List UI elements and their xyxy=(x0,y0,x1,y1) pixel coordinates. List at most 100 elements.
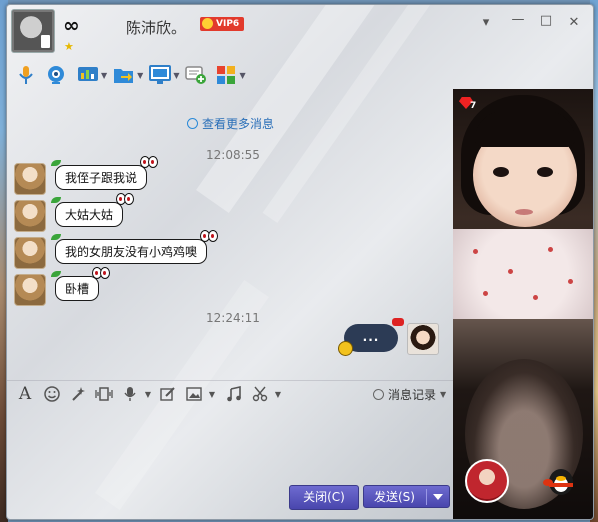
screenshot-button[interactable] xyxy=(251,385,269,403)
edit-icon xyxy=(160,387,175,401)
send-button[interactable]: 发送(S) xyxy=(363,485,450,508)
minimize-button[interactable]: — xyxy=(511,12,525,27)
bow-decoration xyxy=(392,318,404,326)
self-video-avatar[interactable] xyxy=(465,459,509,503)
video-person-bangs xyxy=(475,111,575,147)
view-more-label: 查看更多消息 xyxy=(202,117,275,131)
shake-button[interactable] xyxy=(95,385,113,403)
voice-call-button[interactable] xyxy=(15,63,37,87)
chevron-down-icon[interactable]: ▼ xyxy=(101,71,107,80)
my-avatar[interactable] xyxy=(407,323,439,355)
chevron-down-icon[interactable]: ▼ xyxy=(269,385,287,403)
leaf-decoration xyxy=(51,197,61,203)
coin-decoration xyxy=(338,341,353,356)
send-separator xyxy=(426,489,427,505)
message-bubble[interactable]: 我侄子跟我说 xyxy=(51,156,159,190)
star-icon[interactable]: ★ xyxy=(64,40,74,53)
video-person-shirt xyxy=(453,229,593,319)
font-button[interactable]: A xyxy=(16,384,34,404)
add-group-chat-button[interactable] xyxy=(185,63,207,87)
app-grid-icon xyxy=(215,64,237,86)
emoji-button[interactable] xyxy=(43,385,61,403)
magic-wand-icon xyxy=(72,387,85,401)
magic-emoji-button[interactable] xyxy=(69,385,87,403)
timestamp: 12:24:11 xyxy=(206,311,260,325)
file-transfer-icon xyxy=(113,64,135,86)
input-toolbar: A ▼ ▼ ▼ 消息记录 ▼ xyxy=(7,380,453,407)
message-text: 我侄子跟我说 xyxy=(65,171,138,185)
smiley-icon xyxy=(44,386,60,402)
image-button[interactable] xyxy=(185,385,203,403)
message-text: 我的女朋友没有小鸡鸡噢 xyxy=(65,245,198,259)
contact-avatar[interactable] xyxy=(11,9,55,53)
window-menu-button[interactable]: ▾ xyxy=(479,15,493,30)
video-person-mouth xyxy=(515,209,533,215)
chevron-down-icon[interactable]: ▼ xyxy=(173,71,179,80)
voice-message-button[interactable] xyxy=(121,385,139,403)
close-button[interactable]: 关闭(C) xyxy=(289,485,359,510)
shake-icon xyxy=(95,387,113,401)
video-call-button[interactable] xyxy=(45,63,67,87)
mobile-online-icon xyxy=(40,34,51,49)
image-icon xyxy=(186,387,202,401)
remote-assist-icon xyxy=(149,64,172,86)
bubble-eyes-decoration xyxy=(92,267,111,281)
send-label: 发送(S) xyxy=(374,490,415,504)
bubble-eyes-decoration xyxy=(116,193,135,207)
chat-window: ★ ∞ 陈沛欣。 VIP6 ▾ — □ ✕ ▼ ▼ ▼ ▼ 查看更多消息 12:… xyxy=(6,4,594,520)
contact-video-panel[interactable]: 7 xyxy=(453,89,593,519)
scissors-icon xyxy=(252,386,268,402)
message-row: 卧槽 xyxy=(14,267,111,306)
history-label: 消息记录 xyxy=(388,388,437,402)
chevron-down-icon[interactable]: ▼ xyxy=(139,385,157,403)
leaf-decoration xyxy=(51,160,61,166)
music-note-icon xyxy=(227,386,241,402)
maximize-button[interactable]: □ xyxy=(539,13,553,28)
contact-nickname[interactable]: 陈沛欣。 xyxy=(126,17,186,38)
message-row: 大姑大姑 xyxy=(14,193,135,232)
contact-signature: ∞ xyxy=(63,13,80,37)
qq-penguin-icon[interactable] xyxy=(543,463,577,499)
microphone-icon xyxy=(124,387,136,401)
file-transfer-button[interactable]: ▼ xyxy=(113,63,147,87)
camera-icon xyxy=(45,64,67,86)
message-text: 大姑大姑 xyxy=(65,208,114,222)
music-button[interactable] xyxy=(225,385,243,403)
message-bubble[interactable]: 我的女朋友没有小鸡鸡噢 xyxy=(51,230,219,264)
clock-icon xyxy=(373,389,384,400)
video-person-eye xyxy=(537,167,553,177)
chat-toolbar: ▼ ▼ ▼ ▼ xyxy=(15,62,250,88)
screen-share-button[interactable]: ▼ xyxy=(77,63,111,87)
chevron-down-icon[interactable]: ▼ xyxy=(239,71,245,80)
leaf-decoration xyxy=(51,234,61,240)
chevron-down-icon[interactable]: ▼ xyxy=(203,385,221,403)
leaf-decoration xyxy=(51,271,61,277)
vip-badge[interactable]: VIP6 xyxy=(200,17,245,31)
message-row: 我的女朋友没有小鸡鸡噢 xyxy=(14,230,219,269)
message-history[interactable]: 查看更多消息 12:08:55 我侄子跟我说 大姑大姑 我的女朋友没有小鸡鸡噢 xyxy=(7,93,453,378)
bubble-eyes-decoration xyxy=(200,230,219,244)
gem-count: 7 xyxy=(470,101,477,111)
screen-share-icon xyxy=(77,64,99,86)
clock-icon xyxy=(187,118,198,129)
doodle-button[interactable] xyxy=(159,385,177,403)
message-bubble[interactable]: 大姑大姑 xyxy=(51,193,135,227)
remote-assist-button[interactable]: ▼ xyxy=(149,63,183,87)
app-grid-button[interactable]: ▼ xyxy=(215,63,249,87)
close-window-button[interactable]: ✕ xyxy=(567,15,581,30)
microphone-icon xyxy=(15,64,37,86)
chevron-down-icon[interactable]: ▼ xyxy=(137,71,143,80)
message-bubble[interactable]: 卧槽 xyxy=(51,267,111,301)
my-message-text: ... xyxy=(362,330,380,344)
video-person-eye xyxy=(493,167,509,177)
bubble-eyes-decoration xyxy=(140,156,159,170)
message-history-button[interactable]: 消息记录 ▼ xyxy=(373,386,446,403)
sender-avatar[interactable] xyxy=(14,200,46,232)
sender-avatar[interactable] xyxy=(14,163,46,195)
view-more-messages-link[interactable]: 查看更多消息 xyxy=(187,115,274,132)
my-message-bubble[interactable]: ... xyxy=(338,318,404,356)
send-options-chevron-icon[interactable] xyxy=(433,494,443,500)
chevron-down-icon[interactable]: ▼ xyxy=(440,390,446,399)
sender-avatar[interactable] xyxy=(14,237,46,269)
sender-avatar[interactable] xyxy=(14,274,46,306)
